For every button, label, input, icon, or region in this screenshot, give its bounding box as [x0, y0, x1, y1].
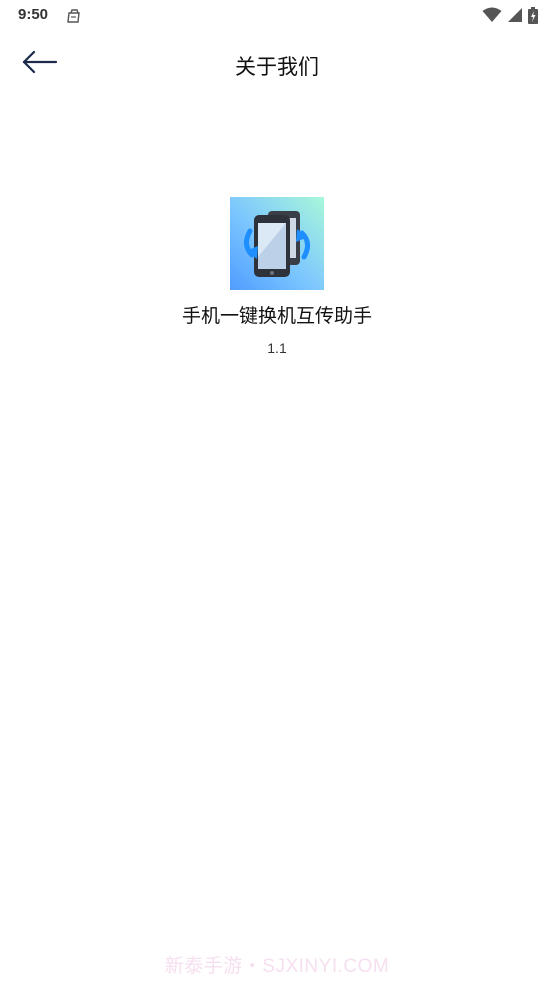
phone-transfer-icon — [230, 197, 324, 290]
status-time: 9:50 — [18, 6, 49, 23]
app-version: 1.1 — [267, 340, 287, 356]
app-logo — [230, 197, 324, 290]
page-title: 关于我们 — [235, 55, 319, 79]
watermark: 新泰手游・SJXINYI.COM — [164, 956, 390, 977]
app-name: 手机一键换机互传助手 — [181, 305, 372, 327]
battery-charging-icon — [528, 6, 538, 24]
wifi-icon — [482, 7, 502, 23]
about-us-screen: 9:50 关于我们 手机一键换机互传助手 1.1 新泰手游・SJXINYI.CO… — [0, 0, 554, 984]
status-bar: 9:50 — [0, 0, 554, 32]
notification-bag-icon — [66, 8, 82, 23]
signal-icon — [507, 7, 523, 23]
app-bar: 关于我们 — [0, 32, 554, 96]
